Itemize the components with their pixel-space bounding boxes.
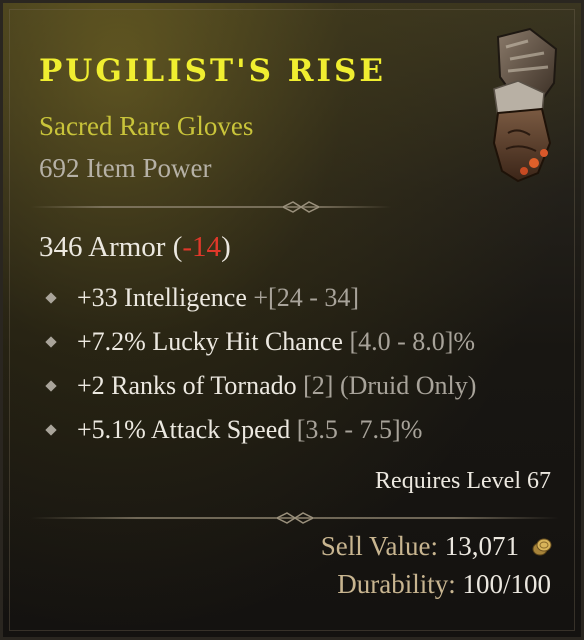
item-tooltip: PUGILIST'S RISE Sacred Rare Gloves 692 I… [0,0,584,640]
durability: Durability: 100/100 [337,569,551,600]
affix-bullet-icon [45,380,57,392]
armor-delta: -14 [182,231,222,263]
affix-row: +7.2% Lucky Hit Chance [4.0 - 8.0]% [45,327,476,357]
divider-bottom [31,512,559,524]
armor-paren-open: ( [165,231,183,263]
affix-range: [2] (Druid Only) [303,371,477,400]
affix-value: +5.1% Attack Speed [77,415,297,444]
affix-bullet-icon [45,292,57,304]
affix-value: +2 Ranks of Tornado [77,371,304,400]
affix-row: +2 Ranks of Tornado [2] (Druid Only) [45,371,477,401]
durability-value: 100/100 [455,569,551,599]
affix-bullet-icon [45,336,57,348]
divider-ornament-icon [277,512,313,524]
gloves-icon [492,27,558,183]
divider-top [31,201,391,213]
armor-stat: 346 Armor (-14) [39,231,231,264]
affix-row: +33 Intelligence +[24 - 34] [45,283,360,313]
required-level: Requires Level 67 [375,468,551,494]
armor-paren-close: ) [221,231,231,263]
affix-row: +5.1% Attack Speed [3.5 - 7.5]% [45,415,423,445]
affix-bullet-icon [45,424,57,436]
armor-value: 346 Armor [39,231,166,263]
sell-value: Sell Value: 13,071 [321,531,519,562]
item-name: PUGILIST'S RISE [39,53,387,89]
affix-value: +7.2% Lucky Hit Chance [77,327,350,356]
sell-value-label: Sell Value: [320,531,438,561]
affix-range: +[24 - 34] [253,283,360,312]
affix-value: +33 Intelligence [77,283,254,312]
affix-range: [3.5 - 7.5]% [296,415,423,444]
item-power: 692 Item Power [39,153,212,183]
affix-range: [4.0 - 8.0]% [349,327,476,356]
divider-ornament-icon [283,201,319,213]
sell-value-amount: 13,071 [438,531,519,561]
gold-coin-icon [532,538,552,556]
item-type: Sacred Rare Gloves [39,111,254,141]
durability-label: Durability: [337,569,456,599]
